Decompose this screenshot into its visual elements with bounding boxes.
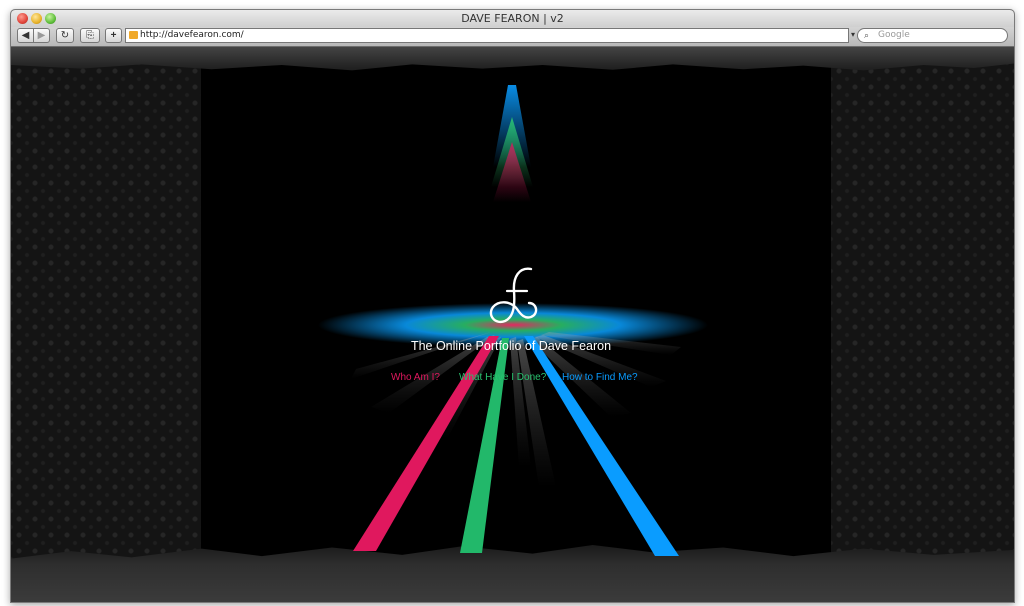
search-placeholder: Google xyxy=(878,30,910,40)
address-bar[interactable]: http://davefearon.com/ xyxy=(125,28,849,43)
forward-arrow-icon: ▶ xyxy=(37,30,46,41)
nav-who-am-i[interactable]: Who Am I? xyxy=(391,372,440,383)
blue-ray xyxy=(524,336,679,556)
nav-how-to-find-me[interactable]: How to Find Me? xyxy=(562,372,638,383)
search-field[interactable]: ⌕ Google xyxy=(857,28,1008,43)
nav-what-have-i-done[interactable]: What Have I Done? xyxy=(459,372,546,383)
browser-toolbar: ◀ ▶ ↻ ⎘ + http://davefearon.com/ ▾ ⌕ Goo… xyxy=(11,27,1014,47)
page-content: The Online Portfolio of Dave Fearon Who … xyxy=(11,47,1014,602)
address-dropdown-icon[interactable]: ▾ xyxy=(851,30,855,39)
snapback-icon: ⎘ xyxy=(86,30,94,41)
add-bookmark-button[interactable]: + xyxy=(105,28,122,43)
search-icon: ⌕ xyxy=(864,31,870,41)
df-logo xyxy=(489,267,538,324)
forward-button[interactable]: ▶ xyxy=(33,28,50,43)
gray-fan-rays xyxy=(351,332,681,487)
title-bar: DAVE FEARON | v2 xyxy=(11,10,1014,27)
address-text: http://davefearon.com/ xyxy=(140,30,244,40)
window-title: DAVE FEARON | v2 xyxy=(461,12,564,25)
tagline: The Online Portfolio of Dave Fearon xyxy=(410,339,612,353)
reload-icon: ↻ xyxy=(60,30,70,41)
browser-window: DAVE FEARON | v2 ◀ ▶ ↻ ⎘ + http://davefe… xyxy=(10,9,1015,603)
plus-icon: + xyxy=(110,30,117,41)
snapback-button[interactable]: ⎘ xyxy=(80,28,100,43)
site-favicon-icon xyxy=(129,31,138,39)
back-button[interactable]: ◀ xyxy=(17,28,34,43)
top-prism-beam xyxy=(491,85,533,202)
reload-button[interactable]: ↻ xyxy=(56,28,74,43)
back-arrow-icon: ◀ xyxy=(21,30,30,41)
